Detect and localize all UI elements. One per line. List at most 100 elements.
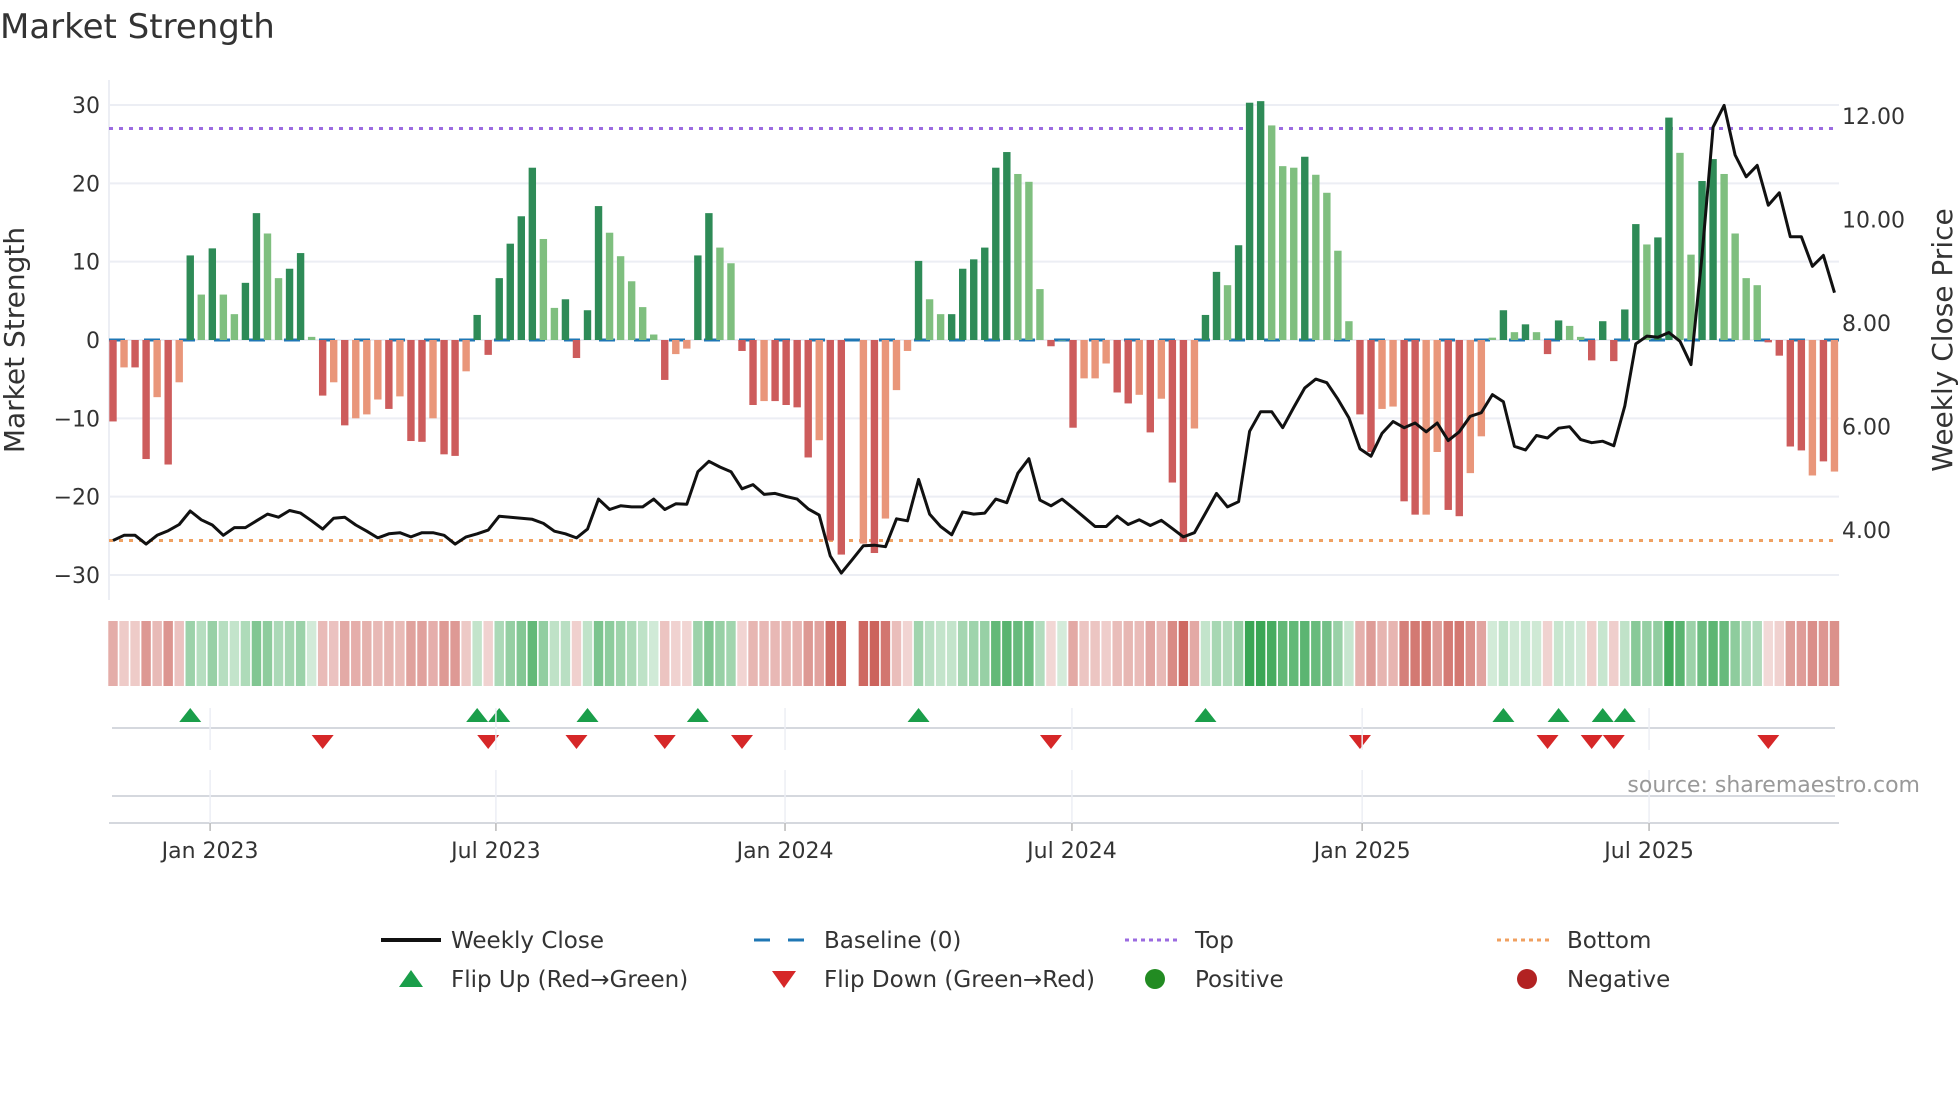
flip-up-marker xyxy=(907,708,930,722)
negative-bar xyxy=(363,340,371,415)
negative-bar xyxy=(892,340,901,391)
positive-bar xyxy=(230,314,239,340)
strip-cell xyxy=(1664,621,1674,686)
positive-bar xyxy=(539,238,548,340)
strip-cell xyxy=(858,621,869,686)
x-tick-label: Jul 2023 xyxy=(449,839,541,864)
positive-bar xyxy=(517,216,525,340)
positive-bar xyxy=(186,255,194,340)
left-axis-ticks: −30 −20 −10 0 10 20 30 xyxy=(54,94,100,589)
strip-cell xyxy=(814,621,824,686)
positive-bar xyxy=(1036,289,1044,340)
strip-cell xyxy=(1575,621,1586,686)
negative-bar xyxy=(1113,340,1121,393)
strip-cell xyxy=(1101,621,1111,686)
strip-cell xyxy=(119,621,129,686)
strip-cell xyxy=(351,621,361,686)
positive-bar xyxy=(296,253,305,340)
strip-cell xyxy=(218,621,229,686)
circle-icon xyxy=(1145,969,1165,989)
strip-cell xyxy=(1719,621,1729,686)
strip-cell xyxy=(1785,621,1796,686)
negative-bar xyxy=(1411,340,1419,515)
positive-bar xyxy=(1312,174,1320,340)
strip-cell xyxy=(726,621,736,686)
strip-cell xyxy=(792,621,802,686)
chart-title: Market Strength xyxy=(0,7,275,47)
legend-label: Positive xyxy=(1195,967,1284,993)
strip-cell xyxy=(604,621,615,686)
positive-bar xyxy=(1245,102,1254,340)
strip-cell xyxy=(660,621,670,686)
strip-cell xyxy=(1057,621,1067,686)
strip-cell xyxy=(1255,621,1266,686)
flip-up-marker xyxy=(1194,708,1217,722)
strip-cell xyxy=(991,621,1001,686)
positive-bar xyxy=(947,314,956,340)
strip-cell xyxy=(1068,621,1078,686)
negative-bar xyxy=(153,340,161,398)
strip-cell xyxy=(273,621,284,686)
positive-bar xyxy=(992,167,1000,340)
positive-bar xyxy=(1223,285,1232,340)
strip-cell xyxy=(715,621,725,686)
positive-bar xyxy=(1256,101,1265,340)
positive-bar xyxy=(1025,181,1033,340)
positive-bar xyxy=(716,247,724,340)
strip-cell xyxy=(395,621,405,686)
negative-bar xyxy=(1797,340,1806,451)
negative-bar xyxy=(1179,340,1188,543)
negative-bar xyxy=(131,340,139,368)
x-tick-label: Jan 2025 xyxy=(1312,839,1411,864)
strip-cell xyxy=(748,621,758,686)
strip-cell xyxy=(317,621,328,686)
strip-cell xyxy=(803,621,813,686)
positive-bar xyxy=(208,248,217,340)
strip-cell xyxy=(913,621,924,686)
negative-bar xyxy=(1124,340,1132,404)
strip-cell xyxy=(781,621,791,686)
strip-cell xyxy=(494,621,504,686)
negative-bar xyxy=(672,340,680,355)
strip-cell xyxy=(1145,621,1156,686)
strip-cell xyxy=(1454,621,1464,686)
legend-item: Baseline (0) xyxy=(754,928,961,954)
strip-cell xyxy=(1123,621,1133,686)
positive-bar xyxy=(1532,332,1541,340)
strip-cell xyxy=(527,621,538,686)
negative-bar xyxy=(341,340,349,426)
legend-label: Baseline (0) xyxy=(824,928,961,954)
strip-cell xyxy=(251,621,262,686)
negative-bar xyxy=(572,340,581,359)
positive-bar xyxy=(1632,224,1640,340)
negative-bar xyxy=(1157,340,1166,399)
strip-cell xyxy=(538,621,549,686)
negative-bar xyxy=(760,340,768,402)
positive-bar xyxy=(638,307,647,340)
legend-label: Top xyxy=(1194,928,1234,954)
strip-cell xyxy=(560,621,571,686)
strip-cell xyxy=(1377,621,1387,686)
strip-cell xyxy=(869,621,880,686)
positive-bar xyxy=(1058,340,1066,341)
strip-cell xyxy=(284,621,295,686)
positive-bar xyxy=(727,263,735,340)
strip-cell xyxy=(306,621,317,686)
strip-cell xyxy=(516,621,527,686)
negative-bar xyxy=(1069,340,1077,428)
strip-cell xyxy=(1013,621,1023,686)
negative-bar xyxy=(881,340,890,519)
positive-bar xyxy=(561,299,570,340)
negative-bar xyxy=(429,340,437,419)
strip-cell xyxy=(1134,621,1144,686)
strip-cell xyxy=(262,621,273,686)
strip-cell xyxy=(825,621,835,686)
strip-cell xyxy=(582,621,593,686)
negative-bar xyxy=(109,340,117,422)
strip-cell xyxy=(1653,621,1663,686)
positive-bar xyxy=(1654,237,1662,340)
positive-bar xyxy=(970,259,978,340)
flip-up-marker xyxy=(1591,708,1614,722)
negative-bar xyxy=(1610,340,1618,362)
positive-bar xyxy=(252,213,261,340)
